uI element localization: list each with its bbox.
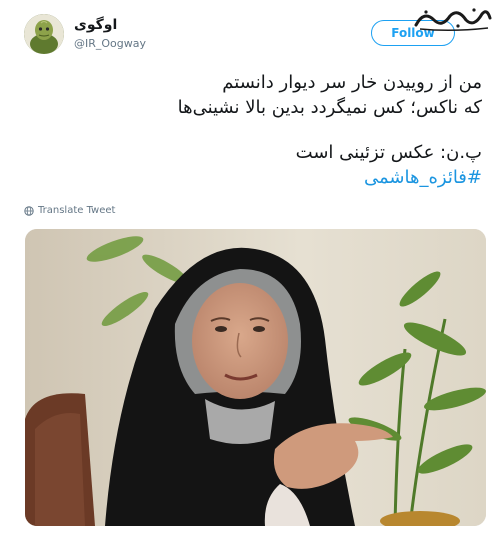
translate-tweet-link[interactable]: Translate Tweet: [24, 205, 115, 216]
tweet-line-2: که ناکس؛ کس نمیگردد بدین بالا نشینی‌ها: [177, 97, 482, 118]
user-handle[interactable]: @IR_Oogway: [74, 37, 146, 50]
hashtag-link[interactable]: #فائزه_هاشمی: [42, 165, 482, 190]
globe-icon: [24, 205, 34, 216]
text-gap: [42, 120, 482, 140]
tweet-text: من از روییدن خار سر دیوار دانستم که ناکس…: [42, 70, 482, 190]
user-avatar[interactable]: [24, 14, 64, 54]
portrait-photo: [25, 229, 486, 526]
watermark-logo: [412, 6, 494, 32]
tweet-card: اوگوی @IR_Oogway Follow من از روییدن خار…: [0, 0, 500, 535]
display-name[interactable]: اوگوی: [74, 17, 117, 33]
tweet-line-1: من از روییدن خار سر دیوار دانستم: [222, 72, 482, 93]
tweet-photo[interactable]: [25, 229, 486, 526]
tweet-note: پ.ن: عکس تزئینی است: [295, 142, 482, 163]
translate-label: Translate Tweet: [38, 205, 116, 216]
turtle-avatar-icon: [24, 14, 64, 54]
